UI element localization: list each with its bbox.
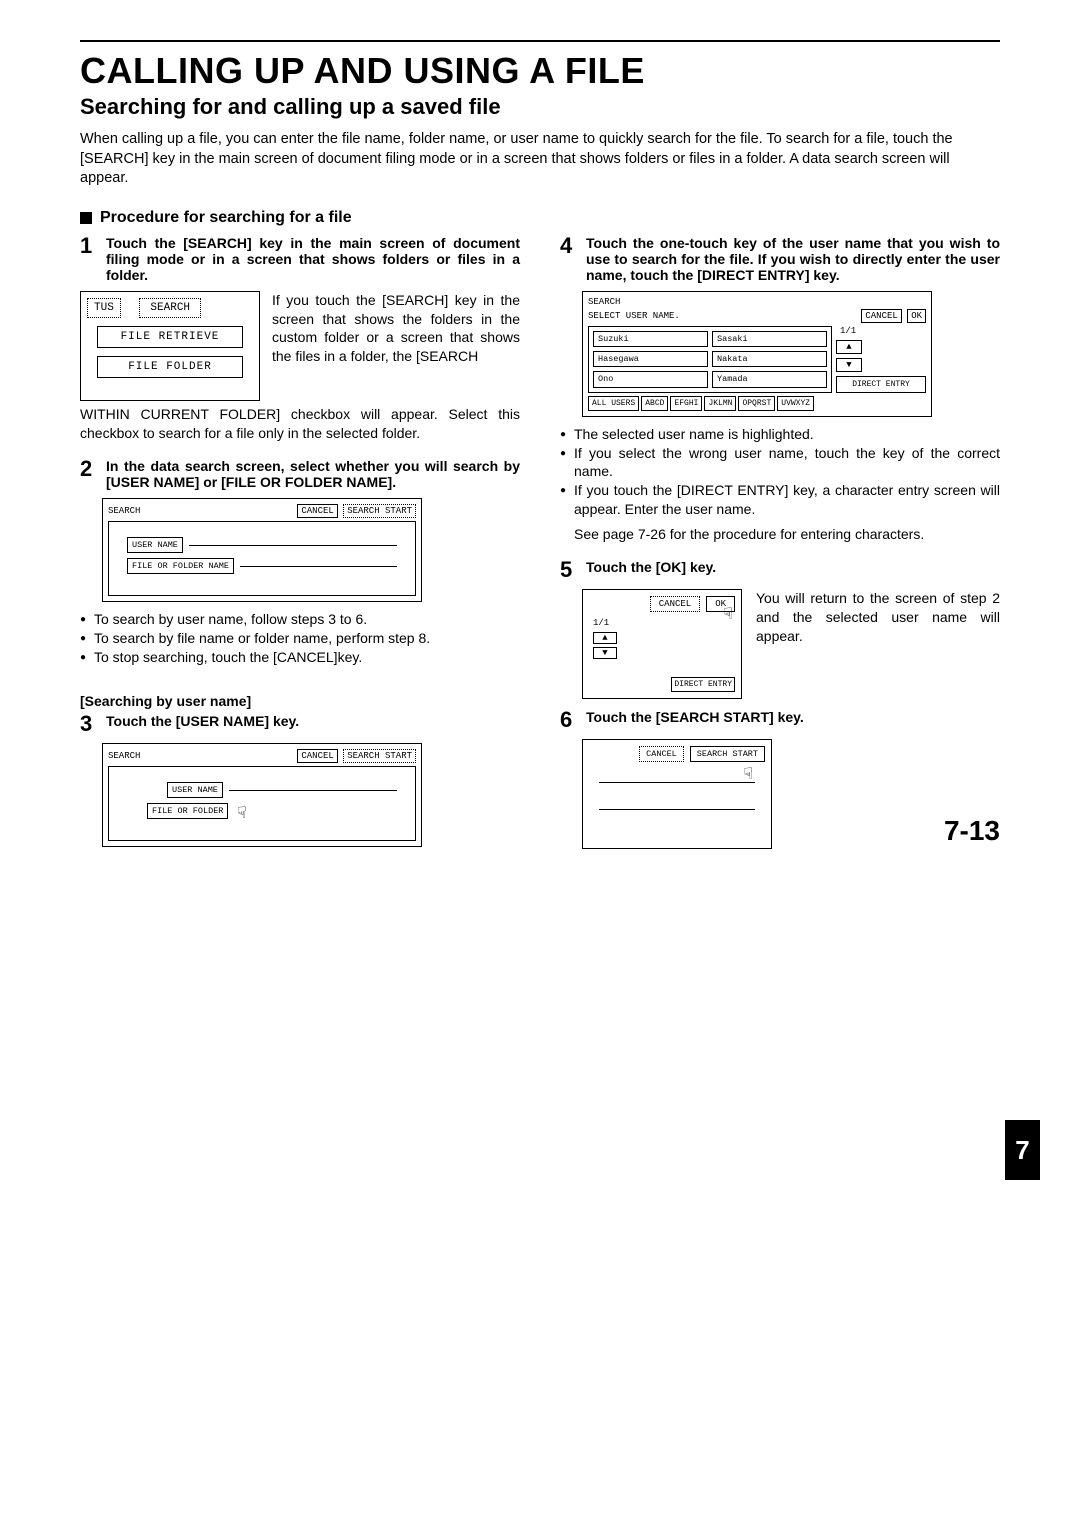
cancel-button[interactable]: CANCEL (639, 746, 684, 762)
scroll-down-button[interactable]: ▼ (593, 647, 617, 659)
step-heading: Touch the [SEARCH START] key. (586, 709, 804, 731)
panel-title: SEARCH (588, 297, 926, 307)
alpha-tab[interactable]: UVWXYZ (777, 396, 814, 411)
file-folder-option[interactable]: FILE OR FOLDER (147, 803, 228, 819)
step4-bullets: The selected user name is highlighted. I… (560, 425, 1000, 519)
cancel-button[interactable]: CANCEL (861, 309, 901, 323)
scroll-up-button[interactable]: ▲ (836, 340, 862, 354)
pointer-hand-icon: ☟ (723, 604, 733, 624)
alpha-tab[interactable]: EFGHI (670, 396, 702, 411)
page-subtitle: Searching for and calling up a saved fil… (80, 94, 1000, 120)
search-button[interactable]: SEARCH (139, 298, 201, 318)
step5-ui-screenshot: CANCEL OK 1/1 ▲ ▼ DIRECT ENTRY ☟ (582, 589, 742, 699)
pointer-hand-icon: ☟ (743, 764, 753, 784)
user-button[interactable]: Sasaki (712, 331, 827, 347)
bullet-item: The selected user name is highlighted. (560, 425, 1000, 444)
alpha-tab[interactable]: OPQRST (738, 396, 775, 411)
step-number: 1 (80, 235, 100, 283)
alpha-tab[interactable]: ALL USERS (588, 396, 639, 411)
pointer-hand-icon: ☟ (237, 803, 247, 823)
scroll-down-button[interactable]: ▼ (836, 358, 862, 372)
step-number: 6 (560, 709, 580, 731)
user-button[interactable]: Hasegawa (593, 351, 708, 367)
left-column: 1 Touch the [SEARCH] key in the main scr… (80, 235, 520, 857)
page-number: 7-13 (944, 815, 1000, 847)
chapter-tab: 7 (1005, 1120, 1040, 1180)
step-heading: Touch the one-touch key of the user name… (586, 235, 1000, 283)
section-heading: Procedure for searching for a file (80, 209, 1000, 227)
user-name-option[interactable]: USER NAME (127, 537, 183, 553)
step-number: 5 (560, 559, 580, 581)
file-retrieve-button[interactable]: FILE RETRIEVE (97, 326, 243, 348)
step6-ui-screenshot: CANCEL SEARCH START ☟ (582, 739, 772, 849)
step1-para-cont: WITHIN CURRENT FOLDER] checkbox will app… (80, 405, 520, 443)
bullet-item: To search by file name or folder name, p… (80, 629, 520, 648)
step-number: 3 (80, 713, 100, 735)
bullet-item: To search by user name, follow steps 3 t… (80, 610, 520, 629)
step-2: 2 In the data search screen, select whet… (80, 458, 520, 490)
scroll-up-button[interactable]: ▲ (593, 632, 617, 644)
user-button[interactable]: Yamada (712, 371, 827, 387)
step-3: 3 Touch the [USER NAME] key. (80, 713, 520, 735)
step2-bullets: To search by user name, follow steps 3 t… (80, 610, 520, 667)
search-start-button[interactable]: SEARCH START (690, 746, 765, 762)
user-button[interactable]: Ono (593, 371, 708, 387)
step4-note: See page 7-26 for the procedure for ente… (574, 525, 1000, 545)
step5-para: You will return to the screen of step 2 … (756, 589, 1000, 646)
top-rule (80, 40, 1000, 42)
ok-button[interactable]: OK (907, 309, 926, 323)
step-1: 1 Touch the [SEARCH] key in the main scr… (80, 235, 520, 283)
bullet-item: To stop searching, touch the [CANCEL]key… (80, 648, 520, 667)
file-folder-option[interactable]: FILE OR FOLDER NAME (127, 558, 234, 574)
step-heading: Touch the [SEARCH] key in the main scree… (106, 235, 520, 283)
alpha-tab[interactable]: ABCD (641, 396, 668, 411)
intro-text: When calling up a file, you can enter th… (80, 130, 1000, 189)
panel-title: SEARCH (108, 751, 140, 761)
tus-tab[interactable]: TUS (87, 298, 121, 318)
step-number: 2 (80, 458, 100, 490)
cancel-button[interactable]: CANCEL (297, 504, 337, 518)
page-title: CALLING UP AND USING A FILE (80, 50, 1000, 92)
step2-ui-screenshot: SEARCH CANCEL SEARCH START USER NAME FIL… (102, 498, 422, 602)
search-start-button[interactable]: SEARCH START (343, 504, 416, 518)
file-folder-button[interactable]: FILE FOLDER (97, 356, 243, 378)
step1-para-right: If you touch the [SEARCH] key in the scr… (272, 291, 520, 367)
right-column: 4 Touch the one-touch key of the user na… (560, 235, 1000, 857)
square-bullet-icon (80, 212, 92, 224)
user-button[interactable]: Nakata (712, 351, 827, 367)
panel-subtitle: SELECT USER NAME. (588, 311, 680, 321)
direct-entry-button[interactable]: DIRECT ENTRY (671, 677, 735, 692)
step4-ui-screenshot: SEARCH SELECT USER NAME. CANCEL OK Suzuk… (582, 291, 932, 417)
bullet-item: If you touch the [DIRECT ENTRY] key, a c… (560, 481, 1000, 519)
user-name-option[interactable]: USER NAME (167, 782, 223, 798)
search-start-button[interactable]: SEARCH START (343, 749, 416, 763)
cancel-button[interactable]: CANCEL (650, 596, 700, 612)
step-heading: Touch the [OK] key. (586, 559, 716, 581)
panel-title: SEARCH (108, 506, 140, 516)
searching-by-user-name-label: [Searching by user name] (80, 693, 520, 709)
step-heading: In the data search screen, select whethe… (106, 458, 520, 490)
page-indicator: 1/1 (836, 326, 926, 336)
step3-ui-screenshot: SEARCH CANCEL SEARCH START USER NAME FIL… (102, 743, 422, 847)
step1-ui-screenshot: TUS SEARCH FILE RETRIEVE FILE FOLDER (80, 291, 260, 401)
section-heading-text: Procedure for searching for a file (100, 209, 352, 227)
step-4: 4 Touch the one-touch key of the user na… (560, 235, 1000, 283)
step-number: 4 (560, 235, 580, 283)
direct-entry-button[interactable]: DIRECT ENTRY (836, 376, 926, 393)
bullet-item: If you select the wrong user name, touch… (560, 444, 1000, 482)
page-indicator: 1/1 (593, 618, 735, 628)
cancel-button[interactable]: CANCEL (297, 749, 337, 763)
step-5: 5 Touch the [OK] key. (560, 559, 1000, 581)
step-6: 6 Touch the [SEARCH START] key. (560, 709, 1000, 731)
alpha-tab[interactable]: JKLMN (704, 396, 736, 411)
user-button[interactable]: Suzuki (593, 331, 708, 347)
step-heading: Touch the [USER NAME] key. (106, 713, 299, 735)
